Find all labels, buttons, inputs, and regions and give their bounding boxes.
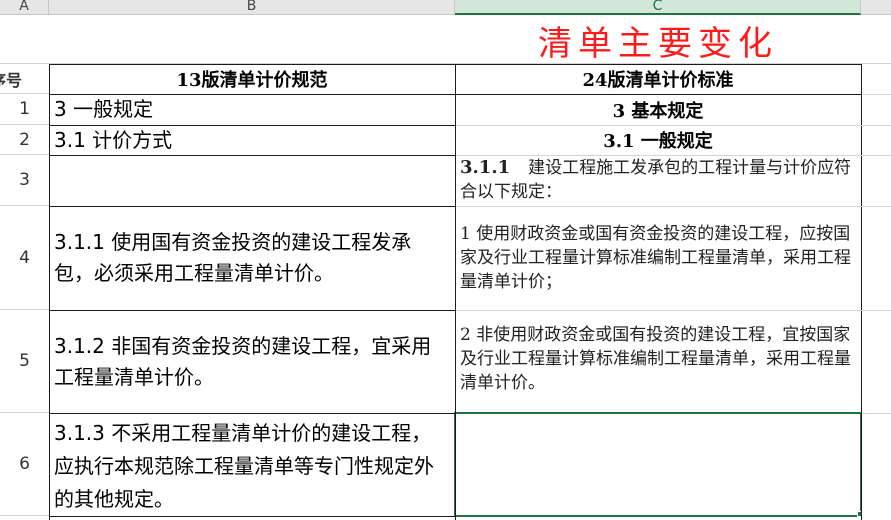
border-line (49, 155, 455, 156)
column-header-label: A (19, 0, 29, 14)
clause-text: 建设工程施工发承包的工程计量与计价应符合以下规定： (460, 158, 852, 202)
cell-c4[interactable]: 1 使用财政资金或国有资金投资的建设工程，应按国家及行业工程量计算标准编制工程量… (455, 206, 861, 310)
column-header-a[interactable]: A (0, 0, 49, 15)
row-number[interactable]: 2 (0, 125, 49, 155)
border-line (49, 125, 455, 126)
cell-c2[interactable]: 3.1 一般规定 (455, 125, 861, 155)
row-number[interactable]: 3 (0, 155, 49, 206)
cell-b6[interactable]: 3.1.3 不采用工程量清单计价的建设工程，应执行本规范除工程量清单等专门性规定… (49, 413, 455, 516)
cell-c5[interactable]: 2 非使用财政资金或国有投资的建设工程，宜按国家及行业工程量计算标准编制工程量清… (455, 310, 861, 413)
border-line (49, 94, 862, 95)
column-header-d[interactable] (861, 0, 891, 15)
selected-cell-c6[interactable] (454, 412, 862, 517)
border-line (49, 310, 455, 311)
gridline (456, 125, 891, 126)
clause-number: 3.1.1 (460, 157, 511, 178)
gridline (456, 155, 891, 156)
row-number[interactable]: 6 (0, 413, 49, 516)
border-line (49, 516, 455, 517)
border-line (49, 413, 455, 414)
row-number[interactable]: 5 (0, 310, 49, 413)
border-line (49, 64, 862, 65)
gridline (456, 206, 891, 207)
gridline (862, 94, 891, 95)
header-cell-b[interactable]: 13版清单计价规范 (49, 64, 455, 94)
header-cell-c[interactable]: 24版清单计价标准 (455, 64, 861, 94)
cell-c1[interactable]: 3 基本规定 (455, 94, 861, 125)
fill-handle[interactable] (857, 511, 863, 517)
row-number[interactable]: 1 (0, 94, 49, 125)
border-line (49, 206, 455, 207)
column-header-label: C (652, 0, 663, 14)
border-line (49, 64, 50, 520)
border-line (861, 64, 862, 520)
sheet-title: 清单主要变化 (538, 23, 778, 64)
gridline (862, 413, 891, 414)
cell-b1[interactable]: 3 一般规定 (49, 94, 455, 125)
cell-b4[interactable]: 3.1.1 使用国有资金投资的建设工程发承包，必须采用工程量清单计价。 (49, 206, 455, 310)
cell-b2[interactable]: 3.1 计价方式 (49, 125, 455, 155)
column-header-c[interactable]: C (455, 0, 861, 15)
border-line (455, 64, 456, 520)
column-header-b[interactable]: B (49, 0, 455, 15)
gridline (456, 310, 891, 311)
cell-b5[interactable]: 3.1.2 非国有资金投资的建设工程，宜采用工程量清单计价。 (49, 310, 455, 413)
row-number[interactable]: 4 (0, 206, 49, 310)
column-header-label: B (246, 0, 257, 14)
cell-b3[interactable] (49, 155, 455, 206)
cell-c3[interactable]: 3.1.1 建设工程施工发承包的工程计量与计价应符合以下规定： (455, 155, 861, 206)
rownum-header: 序号 (0, 64, 49, 94)
